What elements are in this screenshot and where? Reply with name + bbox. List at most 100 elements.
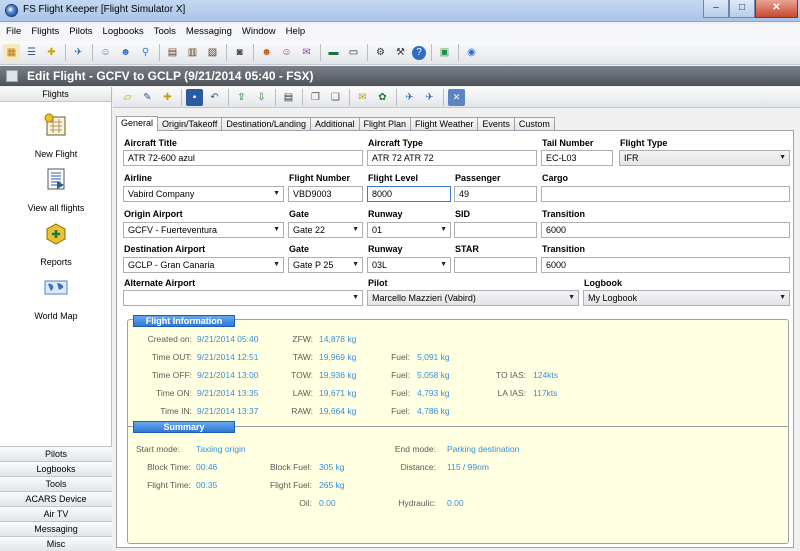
menu-file[interactable]: File <box>0 24 25 41</box>
paste-icon[interactable]: ❏ <box>327 89 344 106</box>
menu-tools[interactable]: Tools <box>148 24 180 41</box>
sidebar-section-pilots[interactable]: Pilots <box>0 446 112 461</box>
minimize-button[interactable]: – <box>703 0 729 18</box>
sidebar-section-tools[interactable]: Tools <box>0 476 112 491</box>
plugin-icon[interactable]: ⚙ <box>372 44 389 61</box>
reports-tool-icon[interactable]: ✚ <box>43 44 60 61</box>
copy-icon[interactable]: ❐ <box>307 89 324 106</box>
import-icon[interactable]: ⇩ <box>253 89 270 106</box>
pilot-icon[interactable]: ☺ <box>97 44 114 61</box>
pilot-search-icon[interactable]: ⚲ <box>137 44 154 61</box>
sidebar-heading[interactable]: Flights <box>0 87 111 102</box>
time-on-label: Time ON: <box>155 388 192 398</box>
sidebar-item-reports[interactable]: Reports <box>0 221 112 267</box>
sidebar-section-messaging[interactable]: Messaging <box>0 521 112 536</box>
sid-field[interactable] <box>454 222 537 238</box>
sidebar-item-new-flight[interactable]: New Flight <box>0 113 112 159</box>
camera-icon[interactable]: ◙ <box>231 44 248 61</box>
logbook-select[interactable]: My Logbook <box>583 290 790 306</box>
people-icon[interactable]: ☻ <box>258 44 275 61</box>
acars-icon[interactable]: ▬ <box>325 44 342 61</box>
tab-additional[interactable]: Additional <box>309 117 360 131</box>
sidebar-section-acars-device[interactable]: ACARS Device <box>0 491 112 506</box>
people-settings-icon[interactable]: ☺ <box>278 44 295 61</box>
aircraft-type-field[interactable]: ATR 72 ATR 72 <box>367 150 537 166</box>
new-flight-tool-icon[interactable]: ▦ <box>3 44 20 61</box>
print-icon[interactable]: ▤ <box>280 89 297 106</box>
destination-gate-label: Gate <box>289 244 310 254</box>
menu-window[interactable]: Window <box>236 24 280 41</box>
help-icon[interactable]: ? <box>412 45 426 60</box>
destination-runway-select[interactable]: 03L <box>367 257 451 273</box>
plane-map-icon[interactable]: ✈ <box>401 89 418 106</box>
world-map-icon <box>44 280 68 295</box>
pilot-select[interactable]: Marcello Mazzieri (Vabird) <box>367 290 579 306</box>
world-map-tool-icon[interactable]: ✈ <box>70 44 87 61</box>
time-in-value: 9/21/2014 13:37 <box>197 406 259 416</box>
tab-flight-weather[interactable]: Flight Weather <box>410 117 479 131</box>
edit-icon[interactable]: ✎ <box>139 89 156 106</box>
tab-general[interactable]: General <box>116 116 159 131</box>
flight-level-label: Flight Level <box>368 173 419 183</box>
menu-pilots[interactable]: Pilots <box>63 24 96 41</box>
sidebar-section-logbooks[interactable]: Logbooks <box>0 461 112 476</box>
delete-icon[interactable]: ✕ <box>448 88 465 106</box>
sidebar-section-misc[interactable]: Misc <box>0 536 112 551</box>
menu-help[interactable]: Help <box>280 24 310 41</box>
sidebar-section-air-tv[interactable]: Air TV <box>0 506 112 521</box>
settings-icon[interactable]: ◉ <box>463 44 480 61</box>
toolbar-separator <box>65 44 66 61</box>
close-button[interactable]: ✕ <box>755 0 798 18</box>
tools-icon[interactable]: ⚒ <box>392 44 409 61</box>
flights-list-icon[interactable]: ☰ <box>23 44 40 61</box>
menu-logbooks[interactable]: Logbooks <box>97 24 148 41</box>
open-folder-icon[interactable]: ▱ <box>119 89 136 106</box>
aircraft-type-label: Aircraft Type <box>368 138 423 148</box>
plane-route-icon[interactable]: ✈ <box>421 89 438 106</box>
created-on-value: 9/21/2014 05:40 <box>197 334 259 344</box>
export-icon[interactable]: ⇪ <box>233 89 250 106</box>
tab-flight-plan[interactable]: Flight Plan <box>358 117 412 131</box>
tv-icon[interactable]: ▭ <box>345 44 362 61</box>
destination-gate-select[interactable]: Gate P 25 <box>288 257 363 273</box>
cargo-field[interactable] <box>541 186 790 202</box>
network-icon[interactable]: ▣ <box>436 44 453 61</box>
logbook-edit-icon[interactable]: ▧ <box>204 44 221 61</box>
destination-airport-select[interactable]: GCLP - Gran Canaria <box>123 257 284 273</box>
tab-origin-takeoff[interactable]: Origin/Takeoff <box>157 117 223 131</box>
logbook-icon[interactable]: ▤ <box>164 44 181 61</box>
origin-gate-select[interactable]: Gate 22 <box>288 222 363 238</box>
maximize-button[interactable]: □ <box>729 0 755 18</box>
origin-runway-select[interactable]: 01 <box>367 222 451 238</box>
notes-icon[interactable]: ✉ <box>354 89 371 106</box>
menu-flights[interactable]: Flights <box>25 24 63 41</box>
menu-messaging[interactable]: Messaging <box>180 24 236 41</box>
star-field[interactable] <box>454 257 537 273</box>
logbook-add-icon[interactable]: ▥ <box>184 44 201 61</box>
hydraulic-label: Hydraulic: <box>398 498 436 508</box>
aircraft-title-field[interactable]: ATR 72-600 azul <box>123 150 363 166</box>
alternate-airport-select[interactable] <box>123 290 363 306</box>
sidebar-item-world-map[interactable]: World Map <box>0 275 112 321</box>
passenger-field[interactable]: 49 <box>454 186 537 202</box>
save-icon[interactable]: ▪ <box>186 88 203 106</box>
undo-icon[interactable]: ↶ <box>206 89 223 106</box>
tab-custom[interactable]: Custom <box>513 117 555 131</box>
tab-destination-landing[interactable]: Destination/Landing <box>221 117 311 131</box>
tail-number-field[interactable]: EC-L03 <box>541 150 613 166</box>
messages-icon[interactable]: ✉ <box>298 44 315 61</box>
flight-level-field[interactable]: 8000 <box>367 186 451 202</box>
weather-icon[interactable]: ✿ <box>374 89 391 106</box>
flight-number-field[interactable]: VBD9003 <box>288 186 363 202</box>
origin-transition-field[interactable]: 6000 <box>541 222 790 238</box>
destination-transition-field[interactable]: 6000 <box>541 257 790 273</box>
flight-type-select[interactable]: IFR <box>619 150 790 166</box>
pilot-add-icon[interactable]: ☻ <box>117 44 134 61</box>
sidebar-item-view-all-flights[interactable]: View all flights <box>0 167 112 213</box>
sidebar-item-label: View all flights <box>27 203 85 213</box>
origin-airport-select[interactable]: GCFV - Fuerteventura <box>123 222 284 238</box>
airline-select[interactable]: Vabird Company <box>123 186 284 202</box>
attach-icon[interactable]: ✚ <box>159 89 176 106</box>
tab-events[interactable]: Events <box>477 117 515 131</box>
general-tab-panel: Aircraft Title ATR 72-600 azul Aircraft … <box>116 130 794 548</box>
